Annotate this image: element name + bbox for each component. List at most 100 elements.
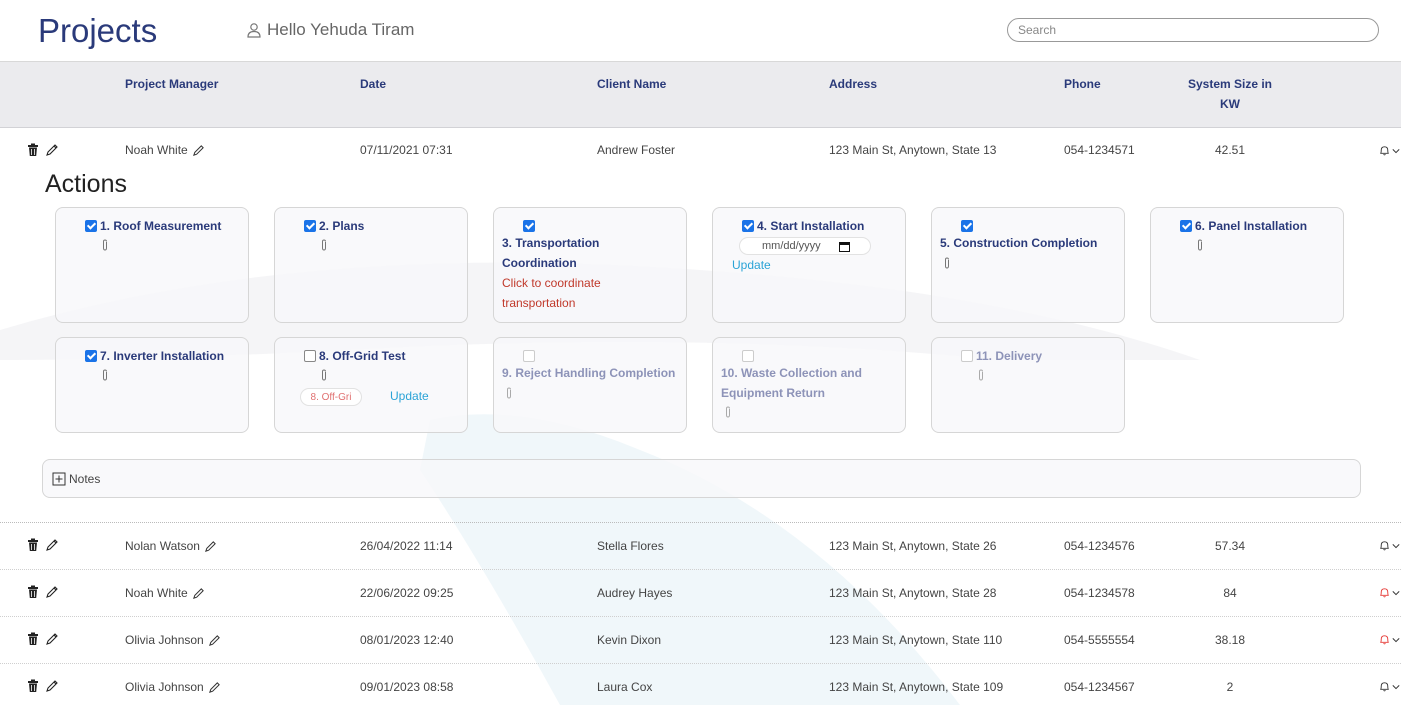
attachment[interactable]	[100, 238, 110, 256]
pencil-icon[interactable]	[45, 679, 59, 693]
paperclip-icon	[726, 406, 730, 418]
table-row[interactable]: Noah White 22/06/2022 09:25 Audrey Hayes…	[0, 570, 1401, 617]
update-link[interactable]: Update	[390, 389, 429, 403]
project-manager-cell: Olivia Johnson	[125, 633, 221, 647]
col-address[interactable]: Address	[829, 74, 877, 94]
address-cell: 123 Main St, Anytown, State 26	[829, 539, 997, 553]
off-grid-input[interactable]: 8. Off-Gri	[300, 388, 362, 406]
search-input[interactable]	[1007, 18, 1379, 42]
actions-title: Actions	[45, 170, 127, 198]
date-cell: 26/04/2022 11:14	[360, 539, 453, 553]
address-cell: 123 Main St, Anytown, State 110	[829, 633, 1003, 647]
action-checkbox[interactable]	[85, 220, 97, 232]
pencil-icon[interactable]	[208, 634, 221, 647]
paperclip-icon	[979, 369, 983, 381]
pencil-icon[interactable]	[45, 585, 59, 599]
col-project-manager[interactable]: Project Manager	[125, 74, 218, 94]
trash-icon[interactable]	[26, 632, 40, 646]
action-checkbox[interactable]	[523, 350, 535, 362]
update-link[interactable]: Update	[732, 258, 771, 272]
bell-alert-icon	[1380, 635, 1389, 645]
action-checkbox[interactable]	[1180, 220, 1192, 232]
action-checkbox[interactable]	[742, 350, 754, 362]
action-label: 11. Delivery	[976, 349, 1043, 363]
action-checkbox[interactable]	[304, 220, 316, 232]
bell-icon	[1380, 146, 1389, 156]
calendar-icon[interactable]	[838, 241, 850, 252]
notes-toggle[interactable]: Notes	[42, 459, 1361, 498]
pencil-icon[interactable]	[45, 538, 59, 552]
attachment[interactable]	[1195, 238, 1205, 256]
action-card-roof-measurement: 1. Roof Measurement	[55, 207, 249, 323]
notification-toggle[interactable]	[1378, 680, 1400, 693]
installation-date-input[interactable]: mm/dd/yyyy	[739, 237, 871, 255]
attachment[interactable]	[504, 386, 514, 404]
action-checkbox[interactable]	[304, 350, 316, 362]
paperclip-icon	[507, 387, 511, 399]
trash-icon[interactable]	[26, 143, 40, 157]
notification-toggle[interactable]	[1378, 144, 1400, 157]
top-bar: Projects Hello Yehuda Tiram	[0, 0, 1401, 62]
attachment[interactable]	[976, 368, 986, 386]
col-client-name[interactable]: Client Name	[597, 74, 666, 94]
action-card-inverter-installation: 7. Inverter Installation	[55, 337, 249, 433]
phone-cell: 054-1234567	[1064, 680, 1135, 694]
manager-name: Nolan Watson	[125, 539, 200, 553]
attachment[interactable]	[942, 256, 952, 274]
action-label: 8. Off-Grid Test	[319, 349, 406, 363]
table-row[interactable]: Nolan Watson 26/04/2022 11:14 Stella Flo…	[0, 523, 1401, 570]
action-label: 7. Inverter Installation	[100, 349, 225, 363]
action-checkbox[interactable]	[85, 350, 97, 362]
plus-square-icon	[52, 472, 66, 485]
chevron-down-icon	[1392, 590, 1400, 595]
table-row[interactable]: Olivia Johnson 09/01/2023 08:58 Laura Co…	[0, 664, 1401, 705]
project-manager-cell: Noah White	[125, 586, 205, 600]
project-manager-cell: Noah White	[125, 143, 205, 157]
date-placeholder: mm/dd/yyyy	[762, 240, 821, 252]
client-name-cell: Audrey Hayes	[597, 586, 673, 600]
row-actions	[26, 632, 59, 646]
user-icon	[247, 23, 261, 38]
client-name-cell: Kevin Dixon	[597, 633, 662, 647]
pencil-icon[interactable]	[45, 143, 59, 157]
date-cell: 07/11/2021 07:31	[360, 143, 453, 157]
action-checkbox[interactable]	[961, 220, 973, 232]
action-checkbox[interactable]	[742, 220, 754, 232]
phone-cell: 054-1234578	[1064, 586, 1135, 600]
col-phone[interactable]: Phone	[1064, 74, 1101, 94]
trash-icon[interactable]	[26, 585, 40, 599]
pencil-icon[interactable]	[192, 587, 205, 600]
manager-name: Noah White	[125, 143, 188, 157]
action-header: 1. Roof Measurement	[85, 216, 221, 236]
notification-toggle[interactable]	[1378, 586, 1400, 599]
chevron-down-icon	[1392, 543, 1400, 548]
pencil-icon[interactable]	[208, 681, 221, 694]
table-row[interactable]: Olivia Johnson 08/01/2023 12:40 Kevin Di…	[0, 617, 1401, 664]
attachment[interactable]	[319, 238, 329, 256]
col-date[interactable]: Date	[360, 74, 386, 94]
attachment[interactable]	[723, 405, 733, 423]
coordinate-transportation-link[interactable]: Click to coordinate transportation	[502, 273, 601, 313]
table-row[interactable]: Noah White 07/11/2021 07:31 Andrew Foste…	[0, 128, 1401, 523]
address-cell: 123 Main St, Anytown, State 28	[829, 586, 997, 600]
pencil-icon[interactable]	[204, 540, 217, 553]
system-size-cell: 84	[1223, 586, 1237, 600]
paperclip-icon	[945, 257, 949, 269]
action-label: 5. Construction Completion	[940, 236, 1098, 250]
trash-icon[interactable]	[26, 538, 40, 552]
col-system-size-line1: System Size in	[1187, 77, 1273, 91]
notification-toggle[interactable]	[1378, 633, 1400, 646]
action-label: 1. Roof Measurement	[100, 219, 222, 233]
attachment[interactable]	[319, 368, 329, 386]
col-system-size[interactable]: System Size in KW	[1180, 74, 1280, 114]
action-checkbox[interactable]	[523, 220, 535, 232]
attachment[interactable]	[100, 368, 110, 386]
action-header: 7. Inverter Installation	[85, 346, 224, 366]
notification-toggle[interactable]	[1378, 539, 1400, 552]
date-cell: 08/01/2023 12:40	[360, 633, 454, 647]
action-label: 4. Start Installation	[757, 219, 865, 233]
pencil-icon[interactable]	[192, 144, 205, 157]
trash-icon[interactable]	[26, 679, 40, 693]
pencil-icon[interactable]	[45, 632, 59, 646]
action-checkbox[interactable]	[961, 350, 973, 362]
